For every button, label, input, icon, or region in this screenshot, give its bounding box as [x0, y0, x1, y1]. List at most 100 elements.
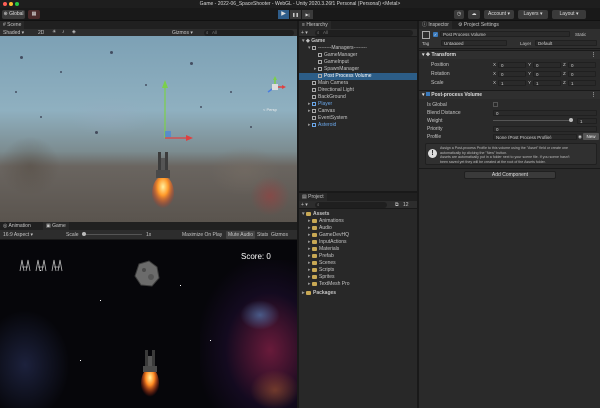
snap-button[interactable]: ▦	[28, 10, 40, 19]
scale-slider[interactable]	[82, 232, 142, 236]
tab-game[interactable]: ▣ Game	[43, 222, 69, 230]
layer-dropdown[interactable]: Default	[535, 40, 597, 46]
rotation-z-field[interactable]: 0	[568, 71, 596, 77]
filter-icon[interactable]: ⧉	[395, 202, 399, 208]
persp-label[interactable]: < Persp	[263, 107, 277, 112]
project-folder-item[interactable]: ▸ Scripts	[299, 267, 417, 274]
project-folder-item[interactable]: ▸ InputActions	[299, 239, 417, 246]
packages-folder-root[interactable]: ▸ Packages	[299, 290, 417, 297]
position-z-field[interactable]: 0	[568, 62, 596, 68]
hierarchy-search-input[interactable]: ⌕ All	[315, 30, 413, 36]
project-folder-item[interactable]: ▸ Prefab	[299, 253, 417, 260]
rotation-y-field[interactable]: 0	[533, 71, 561, 77]
object-name-field[interactable]: Post Process Volume	[440, 31, 570, 37]
account-dropdown[interactable]: Account ▾	[484, 10, 514, 19]
hierarchy-item[interactable]: EventSystem	[299, 115, 417, 122]
rotation-x-field[interactable]: 0	[498, 71, 526, 77]
divider	[419, 168, 600, 169]
hierarchy-item[interactable]: GameManager	[299, 52, 417, 59]
hierarchy-scene-root[interactable]: ▾◆ Game	[299, 38, 417, 45]
project-folder-item[interactable]: ▸ Scenes	[299, 260, 417, 267]
effects-icon[interactable]: ◈	[72, 29, 76, 35]
aspect-dropdown[interactable]: 16:9 Aspect ▾	[3, 232, 33, 238]
tab-inspector[interactable]: ⓘ Inspector	[419, 21, 452, 29]
mute-audio-toggle[interactable]: Mute Audio	[226, 231, 256, 239]
hierarchy-item[interactable]: Main Camera	[299, 80, 417, 87]
game-viewport[interactable]: Score: 0	[0, 240, 297, 408]
project-folder-item[interactable]: ▸ Animations	[299, 218, 417, 225]
project-folder-item[interactable]: ▸ GameDevHQ	[299, 232, 417, 239]
active-checkbox[interactable]: ✓	[433, 32, 438, 37]
project-search-input[interactable]: ⌕	[315, 202, 387, 208]
tab-project[interactable]: ▤ Project	[299, 193, 327, 201]
profile-object-field[interactable]: None (Post Process Profile)	[493, 134, 577, 140]
add-component-button[interactable]: Add Component	[464, 171, 556, 179]
more-options-icon[interactable]: ⋮	[591, 91, 596, 100]
position-x-field[interactable]: 0	[498, 62, 526, 68]
new-profile-button[interactable]: New	[583, 133, 599, 140]
slider-handle[interactable]	[569, 118, 573, 122]
more-options-icon[interactable]: ⋮	[591, 51, 596, 60]
global-pivot-button[interactable]: ⊕ Global	[2, 10, 25, 19]
weight-field[interactable]: 1	[577, 118, 597, 124]
y-axis-label: Y	[528, 80, 532, 85]
weight-slider[interactable]	[493, 118, 573, 122]
step-button[interactable]: ▶|	[302, 10, 313, 19]
create-asset-button[interactable]: + ▾	[301, 202, 308, 208]
audio-icon[interactable]: ♪	[62, 29, 65, 35]
tab-scene[interactable]: # Scene	[0, 21, 25, 29]
scale-y-field[interactable]: 1	[533, 80, 561, 86]
gizmos-toggle[interactable]: Gizmos	[271, 232, 288, 238]
globe-icon: ⊕	[3, 11, 8, 17]
component-enabled-checkbox[interactable]	[425, 92, 430, 96]
collab-button[interactable]: ◷	[454, 10, 464, 19]
priority-field[interactable]: 0	[493, 126, 597, 132]
stats-toggle[interactable]: Stats	[257, 232, 268, 238]
move-gizmo[interactable]	[130, 76, 200, 146]
hierarchy-item[interactable]: Directional Light	[299, 87, 417, 94]
tab-project-settings[interactable]: ⚙ Project Settings	[455, 21, 502, 29]
star-speck	[40, 116, 42, 118]
tab-animation[interactable]: ◎ Animation	[0, 222, 34, 230]
list-icon: ≡	[302, 22, 305, 28]
hierarchy-item[interactable]: ▸ SpawnManager	[299, 66, 417, 73]
hierarchy-item[interactable]: ▸ Player	[299, 101, 417, 108]
hierarchy-item[interactable]: ▸ Asteroid	[299, 122, 417, 129]
scene-viewport[interactable]: < Persp	[0, 36, 297, 222]
layout-dropdown[interactable]: Layout ▾	[552, 10, 586, 19]
assets-folder-root[interactable]: ▾ Assets	[299, 211, 417, 218]
position-y-field[interactable]: 0	[533, 62, 561, 68]
project-folder-item[interactable]: ▸ Audio	[299, 225, 417, 232]
orientation-gizmo[interactable]	[264, 76, 286, 106]
project-folder-label: Sprites	[319, 274, 335, 280]
hierarchy-item[interactable]: GameInput	[299, 59, 417, 66]
layers-dropdown[interactable]: Layers ▾	[518, 10, 548, 19]
scale-z-field[interactable]: 1	[568, 80, 596, 86]
pause-button[interactable]: ❚❚	[290, 10, 301, 19]
slider-handle[interactable]	[82, 232, 86, 236]
maximize-on-play-toggle[interactable]: Maximize On Play	[182, 232, 222, 238]
play-button[interactable]: ▶	[278, 10, 289, 19]
project-folder-item[interactable]: ▸ Materials	[299, 246, 417, 253]
game-toolbar: 16:9 Aspect ▾ Scale 1x Maximize On Play …	[0, 230, 297, 240]
hierarchy-item[interactable]: ▾ --------Managers--------	[299, 45, 417, 52]
tab-hierarchy[interactable]: ≡ Hierarchy	[299, 21, 331, 29]
star-speck	[15, 91, 17, 93]
transform-header[interactable]: ▾ ✥ Transform ⋮	[419, 50, 600, 59]
blend-distance-field[interactable]: 0	[493, 110, 597, 116]
animation-icon: ◎	[3, 223, 8, 229]
is-global-checkbox[interactable]	[493, 102, 498, 107]
hierarchy-item[interactable]: Post Process Volume	[299, 73, 417, 80]
hierarchy-item[interactable]: ▸ Canvas	[299, 108, 417, 115]
post-process-volume-header[interactable]: ▾ Post-process Volume ⋮	[419, 90, 600, 99]
project-folder-item[interactable]: ▸ TextMesh Pro	[299, 281, 417, 288]
tag-dropdown[interactable]: Untagged	[441, 40, 507, 46]
create-button[interactable]: + ▾	[301, 30, 308, 36]
static-toggle[interactable]: Static	[575, 32, 586, 37]
scale-x-field[interactable]: 1	[498, 80, 526, 86]
hierarchy-item[interactable]: BackGround	[299, 94, 417, 101]
lighting-icon[interactable]: ☀	[52, 29, 56, 35]
gameobject-icon	[318, 66, 322, 71]
cloud-button[interactable]: ☁	[468, 10, 480, 19]
project-folder-item[interactable]: ▸ Sprites	[299, 274, 417, 281]
